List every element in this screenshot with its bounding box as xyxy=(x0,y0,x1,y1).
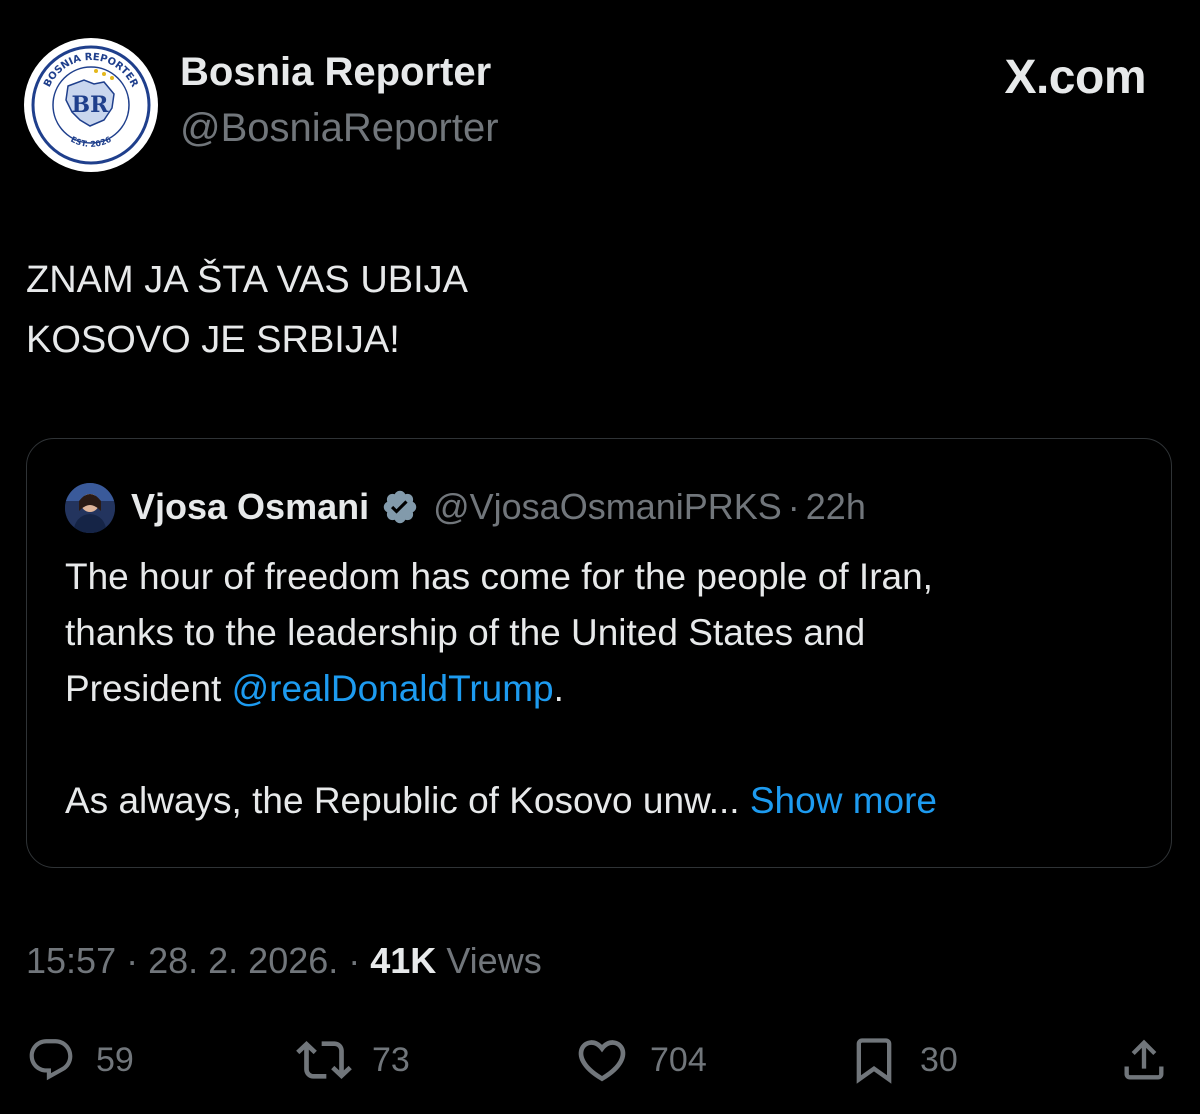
tweet-actions-bar: 59 73 704 30 xyxy=(0,1030,1200,1090)
bookmark-count: 30 xyxy=(920,1040,958,1079)
quoted-author-handle[interactable]: @VjosaOsmaniPRKS xyxy=(433,486,782,528)
tweet-date[interactable]: 28. 2. 2026. xyxy=(148,940,338,981)
tweet-text: ZNAM JA ŠTA VAS UBIJA KOSOVO JE SRBIJA! xyxy=(26,250,1166,370)
show-more-link[interactable]: Show more xyxy=(750,780,937,821)
reply-icon xyxy=(29,1039,73,1081)
repost-count: 73 xyxy=(372,1040,410,1079)
quoted-tweet-header: Vjosa Osmani @VjosaOsmaniPRKS · 22h xyxy=(131,479,866,535)
verified-badge-icon xyxy=(381,488,419,526)
author-avatar[interactable]: BOSNIA REPORTER EST. 2026 BR xyxy=(24,38,158,172)
author-name[interactable]: Bosnia Reporter xyxy=(180,50,491,95)
quoted-text-line: thanks to the leadership of the United S… xyxy=(65,612,866,653)
bookmark-icon xyxy=(856,1038,892,1084)
separator-dot: · xyxy=(338,940,371,981)
separator-dot: · xyxy=(787,486,800,527)
bookmark-button[interactable]: 30 xyxy=(848,1030,958,1090)
quoted-text-truncated: As always, the Republic of Kosovo unw... xyxy=(65,780,740,821)
x-brand-watermark: X.com xyxy=(1004,51,1146,104)
tweet-header: BOSNIA REPORTER EST. 2026 BR Bosnia Repo… xyxy=(0,0,1200,200)
views-count: 41K xyxy=(370,940,437,981)
share-icon xyxy=(1124,1039,1164,1080)
quoted-text-line: The hour of freedom has come for the peo… xyxy=(65,556,933,597)
separator-dot: · xyxy=(116,940,149,981)
repost-icon xyxy=(296,1041,352,1079)
quoted-author-avatar[interactable] xyxy=(65,483,115,533)
tweet-time[interactable]: 15:57 xyxy=(26,940,116,981)
quoted-text-line: As always, the Republic of Kosovo unw...… xyxy=(65,773,1145,829)
quoted-author-name[interactable]: Vjosa Osmani xyxy=(131,486,369,528)
reply-count: 59 xyxy=(96,1040,134,1079)
quoted-text-suffix: . xyxy=(553,668,564,709)
tweet-text-line: KOSOVO JE SRBIJA! xyxy=(26,319,400,361)
quoted-tweet-card[interactable]: Vjosa Osmani @VjosaOsmaniPRKS · 22h The … xyxy=(26,438,1172,868)
quoted-text-prefix: President xyxy=(65,668,232,709)
repost-button[interactable]: 73 xyxy=(296,1030,410,1090)
bosnia-reporter-logo-icon: BOSNIA REPORTER EST. 2026 BR xyxy=(27,41,155,169)
svg-text:BR: BR xyxy=(72,92,110,118)
like-button[interactable]: 704 xyxy=(574,1030,707,1090)
views-label: Views xyxy=(436,940,542,981)
mention-link[interactable]: @realDonaldTrump xyxy=(232,668,554,709)
tweet-meta: 15:57 · 28. 2. 2026. · 41K Views xyxy=(26,940,542,982)
quoted-author-avatar-icon xyxy=(65,483,115,533)
quoted-tweet-text: The hour of freedom has come for the peo… xyxy=(65,549,1145,829)
share-button[interactable] xyxy=(1118,1030,1170,1090)
reply-button[interactable]: 59 xyxy=(26,1030,134,1090)
author-handle[interactable]: @BosniaReporter xyxy=(180,106,499,151)
quoted-text-line: President @realDonaldTrump. xyxy=(65,661,1145,717)
heart-icon xyxy=(578,1040,626,1082)
quoted-tweet-time[interactable]: 22h xyxy=(806,486,866,528)
like-count: 704 xyxy=(650,1040,707,1079)
tweet-text-line: ZNAM JA ŠTA VAS UBIJA xyxy=(26,259,469,301)
